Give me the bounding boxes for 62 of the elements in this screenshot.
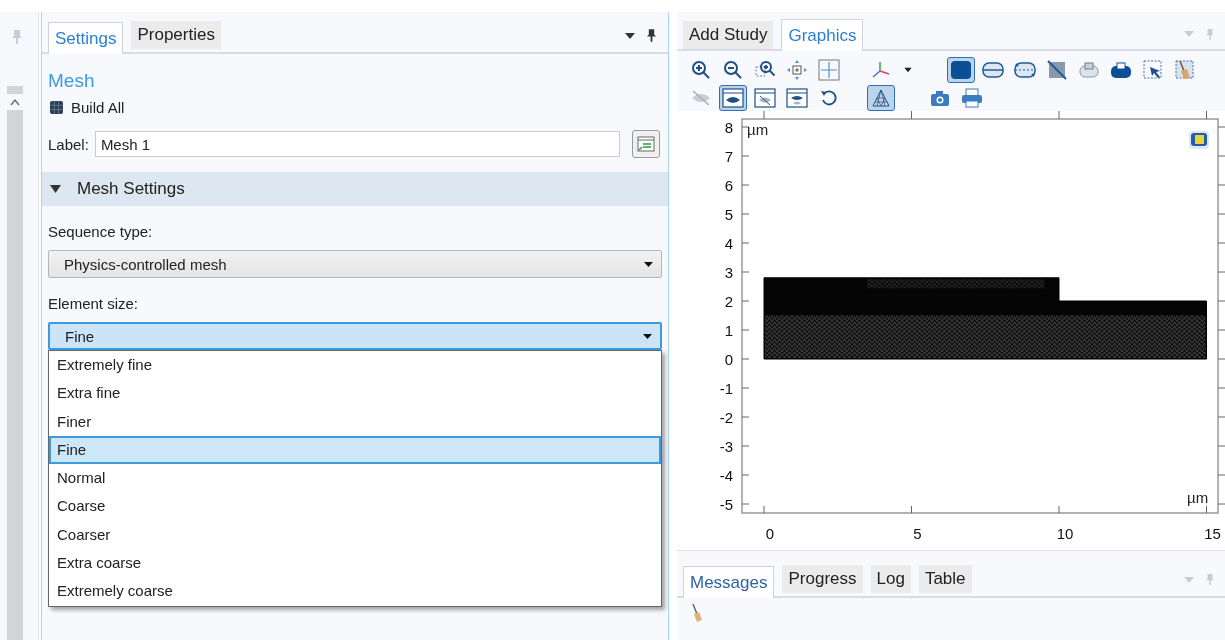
tick-label: -2 — [719, 409, 733, 426]
build-all-button[interactable]: Build All — [48, 99, 125, 116]
section-title: Mesh Settings — [77, 179, 185, 199]
tick-label: 6 — [724, 177, 733, 194]
tick-label: -5 — [719, 496, 733, 513]
panel-tab[interactable]: Table — [918, 565, 972, 593]
tick-label: -4 — [719, 467, 733, 484]
panel-tab[interactable]: Properties — [131, 21, 221, 49]
pin-icon[interactable] — [647, 29, 656, 42]
dropdown-option[interactable]: Extremely fine — [49, 351, 661, 380]
view-icon[interactable] — [1189, 131, 1209, 149]
unit-label: µm — [1187, 489, 1209, 506]
tick-label: -1 — [719, 380, 733, 397]
hide-window-icon[interactable] — [751, 85, 779, 111]
panel-tab[interactable]: Add Study — [683, 21, 774, 49]
dropdown-option[interactable]: Extremely coarse — [49, 577, 661, 606]
grid-icon — [50, 101, 63, 114]
tick-label: 5 — [724, 206, 733, 223]
dropdown-option[interactable]: Extra coarse — [49, 549, 661, 578]
tick-label: 0 — [724, 351, 733, 368]
label-input[interactable]: Mesh 1 — [94, 131, 620, 157]
dropdown-option[interactable]: Coarse — [49, 492, 661, 521]
unit-label: µm — [747, 121, 769, 138]
field-label: Element size: — [48, 295, 140, 313]
tick-label: 2 — [724, 293, 733, 310]
tick-label: 3 — [724, 264, 733, 281]
sequence-type-select[interactable]: Physics-controlled mesh — [48, 250, 662, 278]
broom-icon[interactable] — [691, 604, 703, 622]
tick-label: 5 — [913, 525, 922, 541]
mesh-icon[interactable] — [867, 85, 895, 111]
node-title: Mesh — [48, 70, 96, 92]
element-size-select[interactable]: Fine — [48, 322, 662, 350]
panel-tab[interactable]: Graphics — [781, 19, 864, 51]
comment-icon[interactable] — [632, 130, 660, 158]
dropdown-option[interactable]: Coarser — [49, 520, 661, 550]
dropdown-option[interactable]: Finer — [49, 407, 661, 436]
dropdown-option[interactable]: Normal — [49, 464, 661, 493]
dropdown-option[interactable]: Fine — [49, 435, 661, 465]
tick-label: 7 — [724, 148, 733, 165]
tick-label: -3 — [719, 438, 733, 455]
dropdown-icon[interactable] — [625, 32, 635, 39]
eye-window-icon[interactable] — [719, 85, 747, 111]
section-header[interactable]: Mesh Settings — [42, 172, 668, 206]
tick-label: 10 — [1056, 525, 1074, 541]
field-label: Sequence type: — [48, 223, 154, 241]
tick-label: 4 — [724, 235, 733, 252]
tick-label: 8 — [724, 119, 733, 136]
caret-icon — [644, 261, 653, 267]
field-label: Label: — [48, 135, 89, 153]
panel-tab[interactable]: Log — [870, 565, 911, 593]
panel-tab[interactable]: Messages — [683, 566, 775, 598]
tick-label: 1 — [724, 322, 733, 339]
tick-label: 15 — [1204, 525, 1221, 541]
caret-icon — [643, 333, 652, 339]
scrollbar[interactable] — [7, 86, 23, 640]
solid-render-icon[interactable] — [947, 57, 975, 83]
tick-label: 0 — [765, 525, 775, 541]
eye-swap-icon[interactable] — [783, 85, 811, 111]
panel-tab[interactable]: Progress — [782, 565, 863, 593]
panel-tab[interactable]: Settings — [48, 22, 124, 54]
dropdown-option[interactable]: Extra fine — [49, 379, 661, 408]
collapse-icon[interactable] — [50, 185, 61, 193]
